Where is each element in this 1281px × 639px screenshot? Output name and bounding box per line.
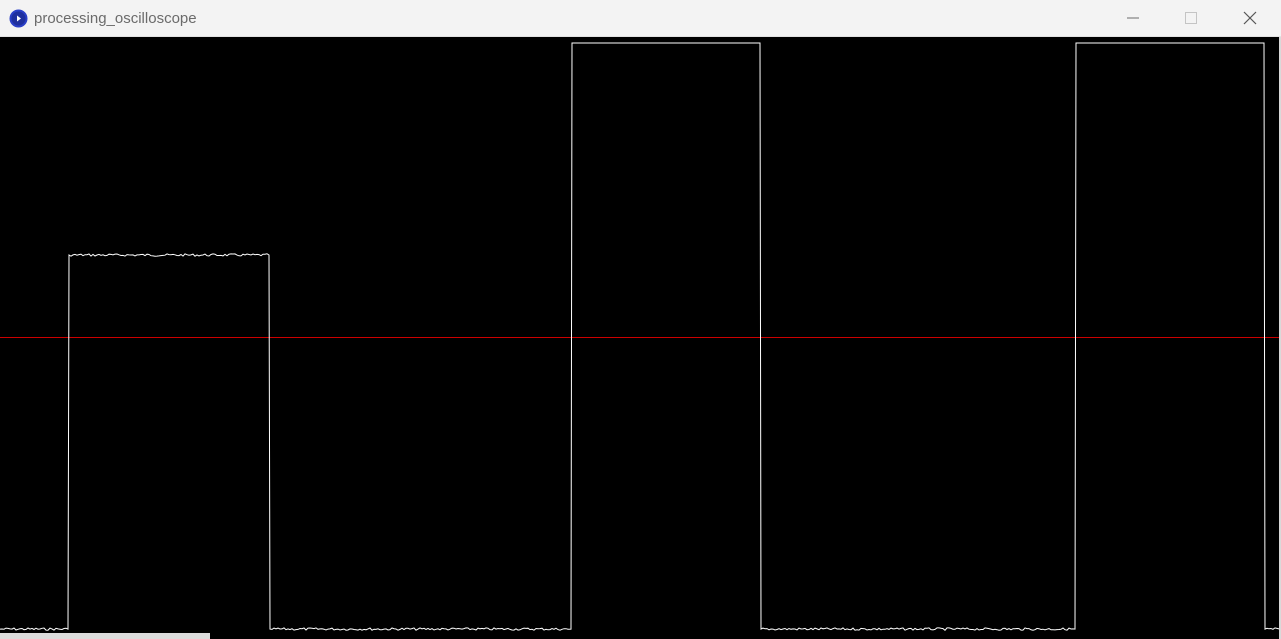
maximize-button[interactable] [1162,0,1220,36]
signal-trace-0 [0,42,1281,632]
processing-app-icon [9,9,28,28]
minimize-button[interactable] [1104,0,1162,36]
title-bar[interactable]: processing_oscilloscope [0,0,1281,37]
window-edge-bottom [0,633,210,639]
oscilloscope-canvas [0,37,1281,639]
close-icon [1243,11,1257,25]
window-title: processing_oscilloscope [34,10,197,27]
minimize-icon [1127,12,1139,24]
oscilloscope-plot [0,42,1281,632]
app-window: processing_oscilloscope [0,0,1281,639]
maximize-icon [1185,12,1197,24]
close-button[interactable] [1221,0,1279,36]
